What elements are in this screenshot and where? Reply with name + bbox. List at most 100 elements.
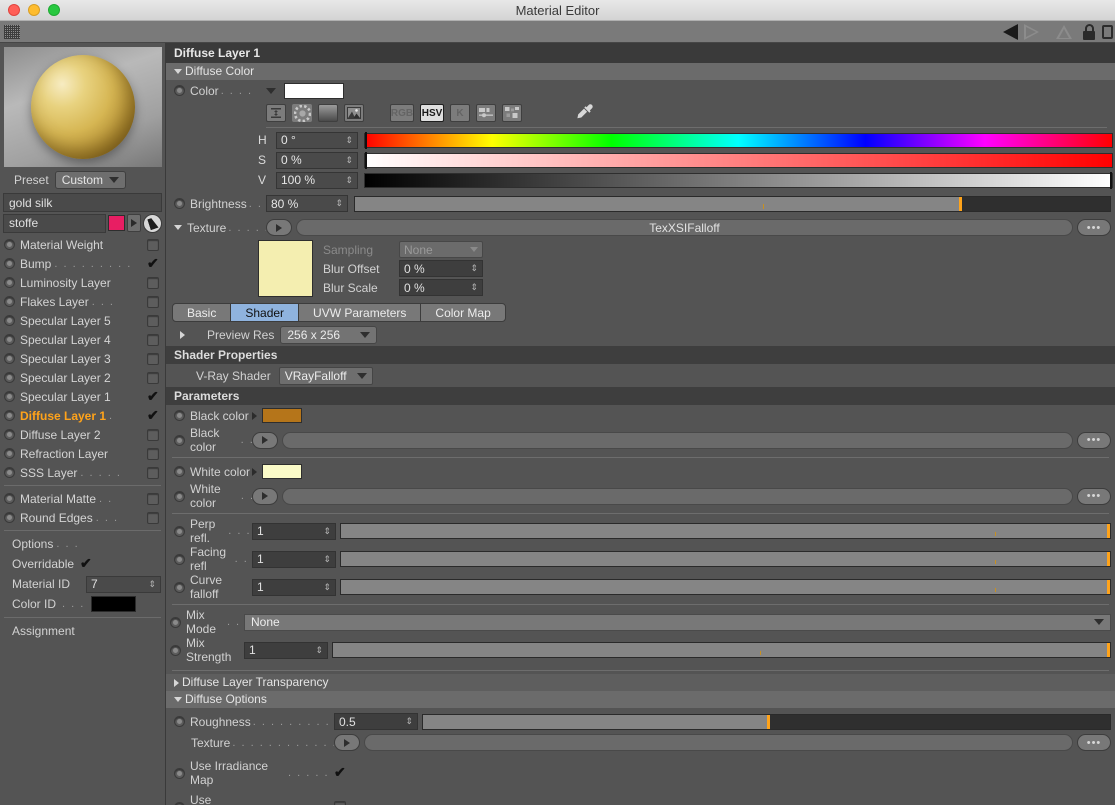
layer-radio-icon[interactable] [4, 334, 15, 345]
black-color-tex-options-button[interactable]: ••• [1077, 431, 1111, 449]
layer-checkbox[interactable] [147, 388, 159, 405]
layer-radio-icon[interactable] [4, 391, 15, 402]
stepper-arrows-icon[interactable]: ⇕ [345, 175, 353, 186]
sampling-dropdown[interactable]: None [399, 241, 483, 258]
layer-checkbox[interactable] [147, 407, 159, 424]
layer-row[interactable]: Specular Layer 5 [0, 311, 165, 330]
preview-res-dropdown[interactable]: 256 x 256 [280, 326, 378, 344]
perp-refl-slider[interactable] [340, 523, 1111, 539]
diffuse-color-section-header[interactable]: Diffuse Color [166, 63, 1115, 80]
brightness-input[interactable]: 80 % ⇕ [266, 195, 348, 212]
curve-falloff-slider[interactable] [340, 579, 1111, 595]
stepper-arrows-icon[interactable]: ⇕ [315, 645, 323, 656]
stepper-arrows-icon[interactable]: ⇕ [323, 526, 331, 537]
stepper-arrows-icon[interactable]: ⇕ [323, 554, 331, 565]
mix-mode-radio-icon[interactable] [170, 616, 181, 628]
layer-checkbox[interactable] [147, 238, 159, 251]
tab-uvw-parameters[interactable]: UVW Parameters [298, 303, 422, 322]
value-marker[interactable] [1110, 171, 1112, 189]
sliders-mode-icon[interactable] [476, 104, 496, 122]
mix-mode-dropdown[interactable]: None [244, 613, 1111, 631]
overridable-checkbox[interactable] [80, 555, 92, 572]
roughness-texture-options-button[interactable]: ••• [1077, 734, 1111, 751]
panel-icon[interactable] [1102, 24, 1113, 39]
layer-checkbox[interactable] [147, 352, 159, 365]
layer-checkbox[interactable] [147, 314, 159, 327]
use-vraydirt-radio-icon[interactable] [174, 801, 185, 805]
layer-row[interactable]: Specular Layer 1 [0, 387, 165, 406]
use-vraydirt-checkbox[interactable] [334, 801, 346, 805]
chevron-right-icon[interactable] [180, 331, 185, 339]
value-gradient-slider[interactable] [364, 171, 1113, 189]
group-name-input[interactable]: stoffe [3, 213, 106, 233]
layer-checkbox[interactable] [147, 428, 159, 441]
layer-row[interactable]: Luminosity Layer [0, 273, 165, 292]
eyedrop-range-icon[interactable] [266, 104, 286, 122]
layer-checkbox[interactable] [147, 447, 159, 460]
layer-radio-icon[interactable] [4, 429, 15, 440]
tab-color-map[interactable]: Color Map [420, 303, 506, 322]
layer-radio-icon[interactable] [4, 277, 15, 288]
facing-refl-input[interactable]: 1 ⇕ [252, 550, 336, 568]
swatches-mode-icon[interactable] [502, 104, 522, 122]
texture-shader-field[interactable]: TexXSIFalloff [296, 219, 1073, 236]
black-color-radio-icon[interactable] [174, 410, 185, 421]
layer-radio-icon[interactable] [4, 467, 15, 478]
blur-offset-input[interactable]: 0 % ⇕ [399, 260, 483, 277]
layer-row[interactable]: Specular Layer 3 [0, 349, 165, 368]
blur-scale-input[interactable]: 0 % ⇕ [399, 279, 483, 296]
value-input[interactable]: 100 % ⇕ [276, 171, 358, 189]
layer-checkbox[interactable] [147, 466, 159, 479]
layer-row-diffuse-layer-1[interactable]: Diffuse Layer 1 . [0, 406, 165, 425]
layer-checkbox[interactable] [147, 295, 159, 308]
layer-checkbox[interactable] [147, 255, 159, 272]
facing-refl-radio-icon[interactable] [174, 553, 185, 565]
brightness-radio-icon[interactable] [174, 198, 185, 209]
layer-row[interactable]: Diffuse Layer 2 [0, 425, 165, 444]
stepper-arrows-icon[interactable]: ⇕ [470, 263, 478, 274]
layer-checkbox[interactable] [147, 371, 159, 384]
diffuse-options-header[interactable]: Diffuse Options [166, 691, 1115, 708]
tab-shader[interactable]: Shader [230, 303, 300, 322]
brightness-slider-knob[interactable] [959, 196, 962, 211]
lock-icon[interactable] [1082, 23, 1096, 40]
layer-checkbox[interactable] [147, 492, 159, 505]
layer-row[interactable]: Refraction Layer [0, 444, 165, 463]
roughness-input[interactable]: 0.5 ⇕ [334, 713, 418, 730]
white-color-tex-radio-icon[interactable] [174, 490, 185, 502]
eyedropper-icon[interactable] [575, 102, 595, 125]
layer-row[interactable]: SSS Layer . . . . . [0, 463, 165, 482]
layer-radio-icon[interactable] [4, 448, 15, 459]
texture-preview-swatch[interactable] [258, 240, 313, 297]
roughness-texture-expand-button[interactable] [334, 734, 360, 751]
roughness-slider-knob[interactable] [766, 714, 770, 729]
perp-refl-radio-icon[interactable] [174, 525, 185, 537]
saturation-gradient-slider[interactable] [364, 151, 1113, 169]
mix-strength-slider-knob[interactable] [1107, 643, 1110, 657]
assignment-header[interactable]: Assignment [0, 621, 165, 641]
group-expand-button[interactable] [127, 214, 141, 232]
toolbar-grip-icon[interactable] [4, 24, 20, 39]
texture-label-wrap[interactable]: Texture . . . . . [174, 221, 266, 235]
perp-refl-slider-knob[interactable] [1107, 524, 1110, 538]
hue-marker[interactable] [365, 131, 367, 149]
layer-radio-icon[interactable] [4, 239, 15, 250]
use-irradiance-radio-icon[interactable] [174, 767, 185, 779]
nav-up-arrow-icon[interactable] [1056, 24, 1072, 40]
material-id-stepper[interactable]: 7 ⇕ [86, 575, 161, 593]
color-dropdown-icon[interactable] [266, 87, 276, 94]
facing-refl-slider[interactable] [340, 551, 1111, 567]
saturation-marker[interactable] [365, 151, 367, 169]
white-color-tex-field[interactable] [282, 487, 1073, 505]
stepper-arrows-icon[interactable]: ⇕ [148, 579, 156, 589]
perp-refl-input[interactable]: 1 ⇕ [252, 522, 336, 540]
layer-checkbox[interactable] [147, 276, 159, 289]
material-preview[interactable] [4, 47, 162, 167]
nav-forward-arrow-icon[interactable] [1024, 23, 1040, 40]
black-color-swatch[interactable] [262, 408, 302, 423]
black-color-tex-expand-button[interactable] [252, 431, 278, 449]
layer-row-round-edges[interactable]: Round Edges . . . [0, 508, 165, 527]
layer-row[interactable]: Material Weight [0, 235, 165, 254]
saturation-input[interactable]: 0 % ⇕ [276, 151, 358, 169]
use-irradiance-checkbox[interactable] [334, 764, 346, 781]
